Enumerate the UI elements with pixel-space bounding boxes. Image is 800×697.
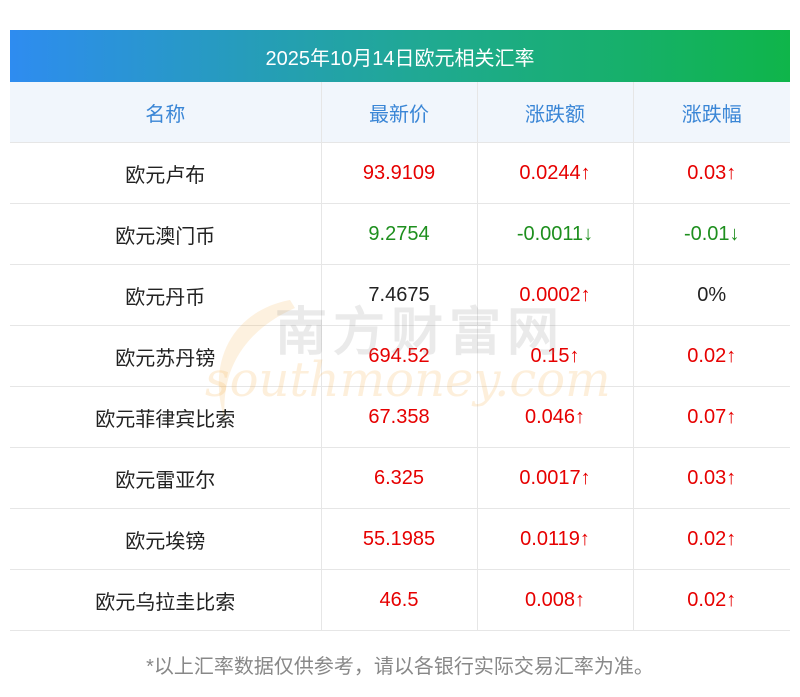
header-change: 涨跌额 — [477, 82, 634, 143]
cell-change: 0.008↑ — [477, 569, 634, 631]
table-row: 欧元丹币 7.4675 0.0002↑ 0% — [10, 264, 790, 326]
table-row: 欧元卢布 93.9109 0.0244↑ 0.03↑ — [10, 142, 790, 204]
cell-name: 欧元菲律宾比索 — [10, 386, 322, 448]
cell-change: 0.0244↑ — [477, 142, 634, 204]
cell-pct: 0.02↑ — [633, 325, 790, 387]
cell-name: 欧元澳门币 — [10, 203, 322, 265]
cell-price: 7.4675 — [321, 264, 478, 326]
cell-pct: 0.03↑ — [633, 142, 790, 204]
cell-price: 6.325 — [321, 447, 478, 509]
cell-name: 欧元雷亚尔 — [10, 447, 322, 509]
cell-change: 0.0017↑ — [477, 447, 634, 509]
header-name: 名称 — [10, 82, 322, 143]
cell-change: 0.046↑ — [477, 386, 634, 448]
table-row: 欧元雷亚尔 6.325 0.0017↑ 0.03↑ — [10, 447, 790, 509]
cell-name: 欧元卢布 — [10, 142, 322, 204]
footnote: *以上汇率数据仅供参考，请以各银行实际交易汇率为准。 — [146, 656, 654, 678]
rate-table-container: 2025年10月14日欧元相关汇率 名称 最新价 涨跌额 涨跌幅 欧元卢布 93.… — [10, 30, 790, 631]
cell-change: 0.15↑ — [477, 325, 634, 387]
header-row: 名称 最新价 涨跌额 涨跌幅 — [10, 82, 790, 143]
cell-pct: 0% — [633, 264, 790, 326]
cell-change: -0.0011↓ — [477, 203, 634, 265]
cell-name: 欧元乌拉圭比索 — [10, 569, 322, 631]
table-row: 欧元苏丹镑 694.52 0.15↑ 0.02↑ — [10, 325, 790, 387]
cell-pct: 0.02↑ — [633, 508, 790, 570]
cell-price: 67.358 — [321, 386, 478, 448]
table-row: 欧元澳门币 9.2754 -0.0011↓ -0.01↓ — [10, 203, 790, 265]
header-pct: 涨跌幅 — [633, 82, 790, 143]
cell-price: 46.5 — [321, 569, 478, 631]
cell-pct: -0.01↓ — [633, 203, 790, 265]
cell-pct: 0.07↑ — [633, 386, 790, 448]
table-row: 欧元菲律宾比索 67.358 0.046↑ 0.07↑ — [10, 386, 790, 448]
rate-table: 名称 最新价 涨跌额 涨跌幅 欧元卢布 93.9109 0.0244↑ 0.03↑ 欧元… — [10, 82, 790, 631]
cell-name: 欧元埃镑 — [10, 508, 322, 570]
table-row: 欧元乌拉圭比索 46.5 0.008↑ 0.02↑ — [10, 569, 790, 631]
cell-name: 欧元苏丹镑 — [10, 325, 322, 387]
header-price: 最新价 — [321, 82, 478, 143]
cell-pct: 0.02↑ — [633, 569, 790, 631]
cell-name: 欧元丹币 — [10, 264, 322, 326]
cell-price: 9.2754 — [321, 203, 478, 265]
cell-pct: 0.03↑ — [633, 447, 790, 509]
cell-price: 694.52 — [321, 325, 478, 387]
table-title: 2025年10月14日欧元相关汇率 — [10, 30, 790, 82]
table-row: 欧元埃镑 55.1985 0.0119↑ 0.02↑ — [10, 508, 790, 570]
cell-change: 0.0119↑ — [477, 508, 634, 570]
cell-price: 93.9109 — [321, 142, 478, 204]
cell-price: 55.1985 — [321, 508, 478, 570]
cell-change: 0.0002↑ — [477, 264, 634, 326]
